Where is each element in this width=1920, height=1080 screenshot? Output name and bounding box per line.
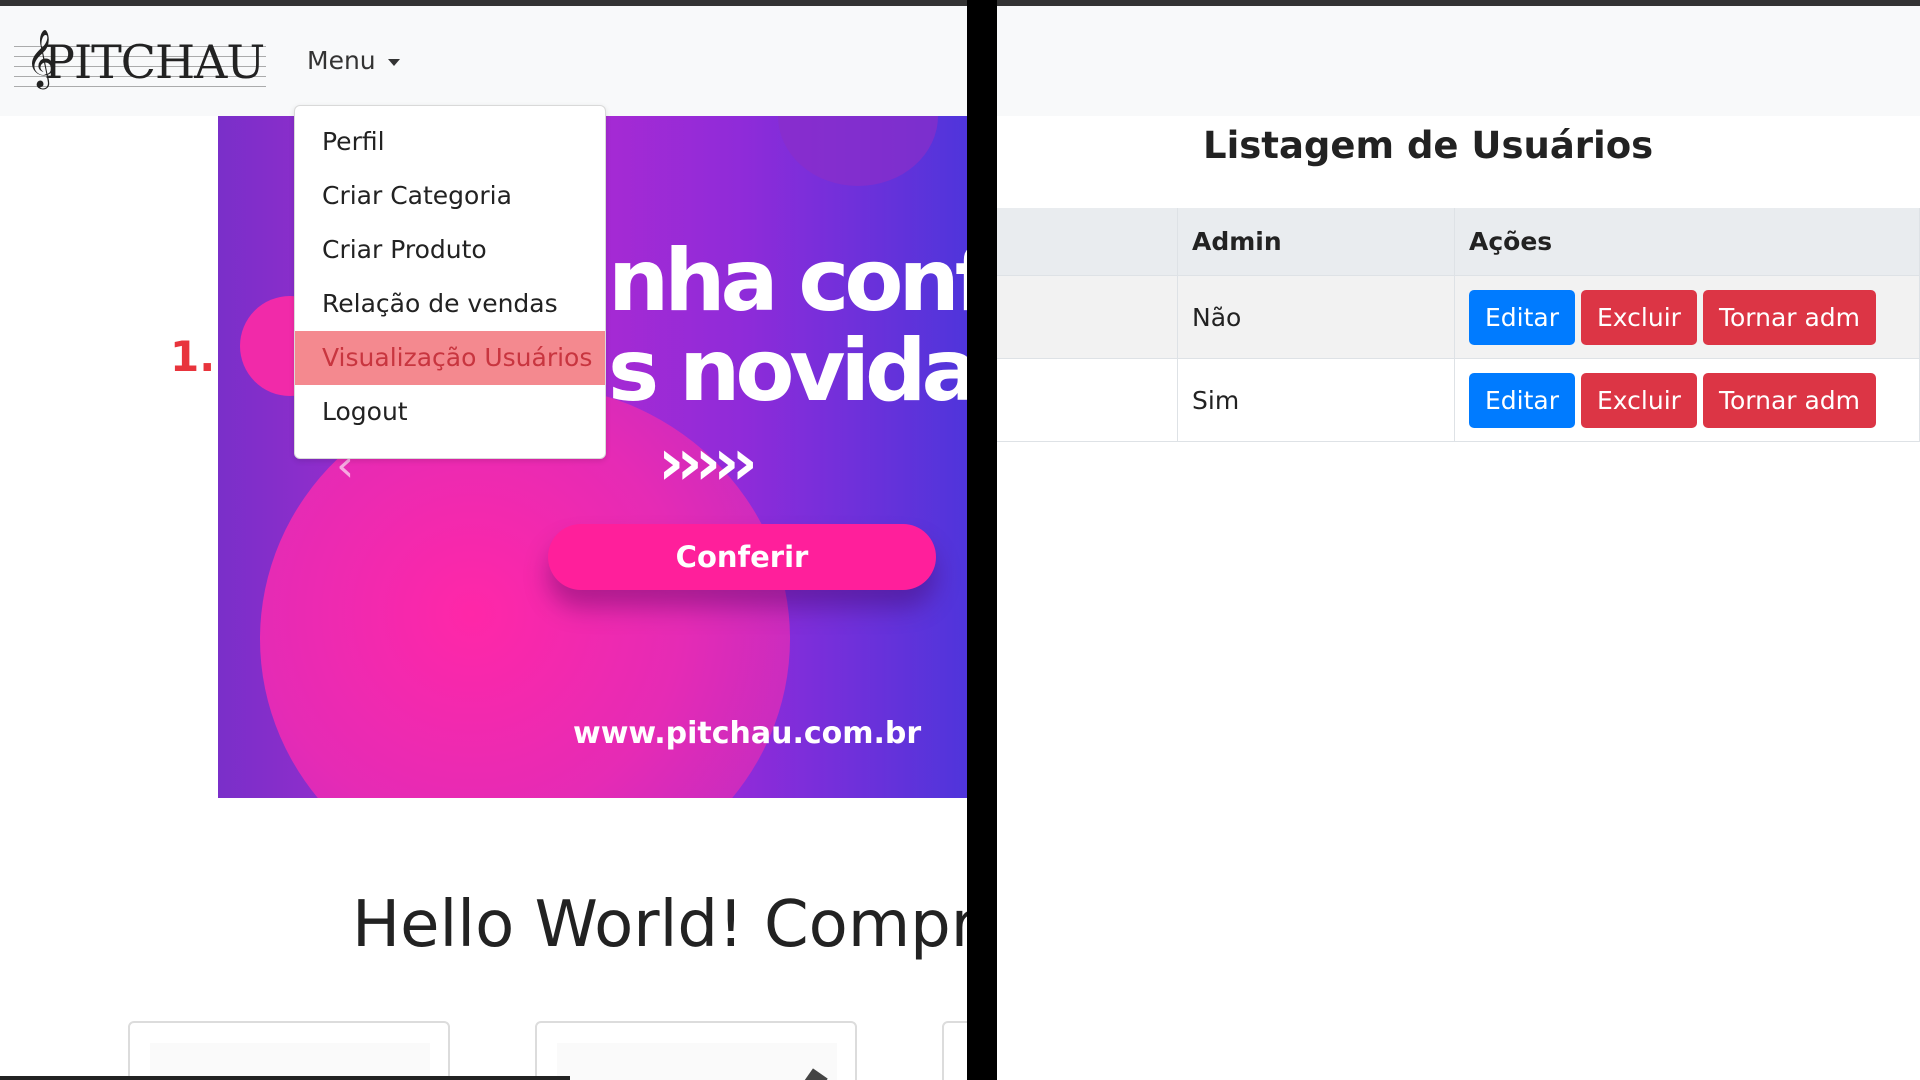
menu-item-visualizacao-usuarios[interactable]: Visualização Usuários <box>295 331 605 385</box>
excluir-button[interactable]: Excluir <box>1581 372 1697 428</box>
product-card[interactable] <box>942 1021 967 1080</box>
hello-heading: Hello World! Compr <box>352 888 967 962</box>
tornar-adm-button[interactable]: Tornar adm <box>1702 289 1877 345</box>
tornar-adm-button[interactable]: Tornar adm <box>1702 372 1877 428</box>
table-row: Não Editar Excluir Tornar adm <box>997 275 1920 359</box>
actions-cell: Editar Excluir Tornar adm <box>1454 275 1920 359</box>
menu-dropdown: Perfil Criar Categoria Criar Produto Rel… <box>294 105 606 459</box>
menu-item-relacao-vendas[interactable]: Relação de vendas <box>295 277 605 331</box>
pitchau-logo[interactable]: 𝄞 PITCHAU <box>14 27 266 97</box>
table-cell <box>997 275 1178 359</box>
logo-text: PITCHAU <box>44 35 265 89</box>
editar-button[interactable]: Editar <box>1469 372 1576 428</box>
menu-item-criar-produto[interactable]: Criar Produto <box>295 223 605 277</box>
caret-down-icon <box>387 58 400 66</box>
column-header-acoes: Ações <box>1454 208 1920 276</box>
chevrons-icon: ››››› <box>658 426 758 500</box>
banner-headline-line1: nha confer <box>608 231 967 331</box>
table-header-row: Admin Ações <box>997 208 1920 276</box>
guitar-neck-image <box>784 1068 828 1080</box>
menu-label: Menu <box>307 46 376 75</box>
conferir-button[interactable]: Conferir <box>548 524 936 590</box>
banner-blob-decoration <box>778 116 938 186</box>
banner-headline: nha confer s novidad <box>608 236 967 416</box>
banner-headline-line2: s novidad <box>608 321 967 421</box>
admin-cell: Não <box>1177 275 1455 359</box>
banner-url: www.pitchau.com.br <box>573 716 922 751</box>
users-table: Admin Ações Não Editar Excluir Tornar adm … <box>997 208 1920 442</box>
column-header-admin: Admin <box>1177 208 1455 276</box>
step-label: 1. <box>170 332 216 381</box>
excluir-button[interactable]: Excluir <box>1581 289 1697 345</box>
product-image <box>150 1043 430 1080</box>
navbar <box>997 6 1920 116</box>
bottom-scrollbar[interactable] <box>0 1076 570 1080</box>
menu-item-logout[interactable]: Logout <box>295 385 605 439</box>
panel-divider <box>967 0 997 1080</box>
left-panel-homepage: 𝄞 PITCHAU Menu nha confer s novidad ››››… <box>0 6 967 1080</box>
product-card[interactable] <box>128 1021 450 1080</box>
product-image <box>557 1043 837 1080</box>
actions-cell: Editar Excluir Tornar adm <box>1454 358 1920 442</box>
editar-button[interactable]: Editar <box>1469 289 1576 345</box>
menu-item-perfil[interactable]: Perfil <box>295 115 605 169</box>
product-card[interactable] <box>535 1021 857 1080</box>
right-panel-user-list: Listagem de Usuários Admin Ações Não Edi… <box>997 6 1920 1080</box>
column-header <box>997 208 1178 276</box>
menu-item-criar-categoria[interactable]: Criar Categoria <box>295 169 605 223</box>
table-row: Sim Editar Excluir Tornar adm <box>997 358 1920 442</box>
menu-dropdown-toggle[interactable]: Menu <box>307 46 400 75</box>
admin-cell: Sim <box>1177 358 1455 442</box>
navbar: 𝄞 PITCHAU Menu <box>0 6 967 116</box>
table-cell <box>997 358 1178 442</box>
page-title: Listagem de Usuários <box>1203 124 1654 167</box>
